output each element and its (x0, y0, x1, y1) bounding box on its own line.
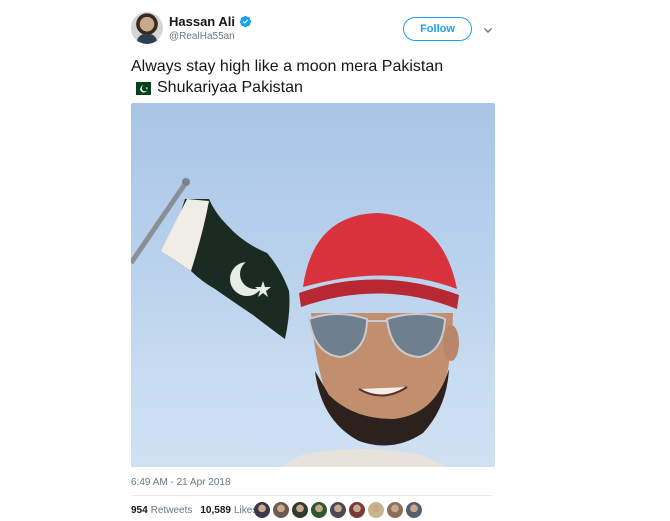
liker-avatar[interactable] (292, 502, 308, 518)
verified-badge-icon (239, 15, 252, 28)
follow-button[interactable]: Follow (403, 17, 472, 41)
liker-avatars (254, 502, 422, 518)
chevron-down-icon[interactable] (482, 24, 494, 36)
tweet-stats: 954 Retweets 10,589 Likes (131, 505, 265, 516)
user-handle[interactable]: @RealHa55an (169, 31, 235, 42)
retweets-label: Retweets (150, 505, 193, 516)
tweet-text-line-1: Always stay high like a moon mera Pakist… (131, 58, 444, 75)
selfie-image (131, 178, 459, 467)
pakistan-flag-icon (131, 81, 151, 95)
liker-avatar[interactable] (330, 502, 346, 518)
tweet-photo[interactable] (131, 103, 495, 467)
liker-avatar[interactable] (254, 502, 270, 518)
tweet-text-line-2-row: Shukariyaa Pakistan (131, 77, 531, 98)
user-name-row[interactable]: Hassan Ali (169, 14, 252, 29)
retweets-count: 954 (131, 505, 148, 516)
avatar[interactable] (131, 12, 163, 44)
liker-avatar[interactable] (273, 502, 289, 518)
tweet-timestamp[interactable]: 6:49 AM - 21 Apr 2018 (131, 477, 231, 488)
tweet-text: Always stay high like a moon mera Pakist… (131, 56, 531, 98)
likes-stat[interactable]: 10,589 Likes (200, 505, 257, 516)
liker-avatar[interactable] (387, 502, 403, 518)
liker-avatar[interactable] (349, 502, 365, 518)
tweet-text-line-2: Shukariyaa Pakistan (157, 79, 303, 96)
likes-count: 10,589 (200, 505, 231, 516)
tweet-card: Hassan Ali @RealHa55an Follow Always sta… (0, 0, 670, 521)
liker-avatar[interactable] (406, 502, 422, 518)
liker-avatar[interactable] (368, 502, 384, 518)
liker-avatar[interactable] (311, 502, 327, 518)
display-name[interactable]: Hassan Ali (169, 14, 235, 29)
avatar-shirt (137, 34, 157, 44)
divider (131, 495, 493, 496)
retweets-stat[interactable]: 954 Retweets (131, 505, 192, 516)
